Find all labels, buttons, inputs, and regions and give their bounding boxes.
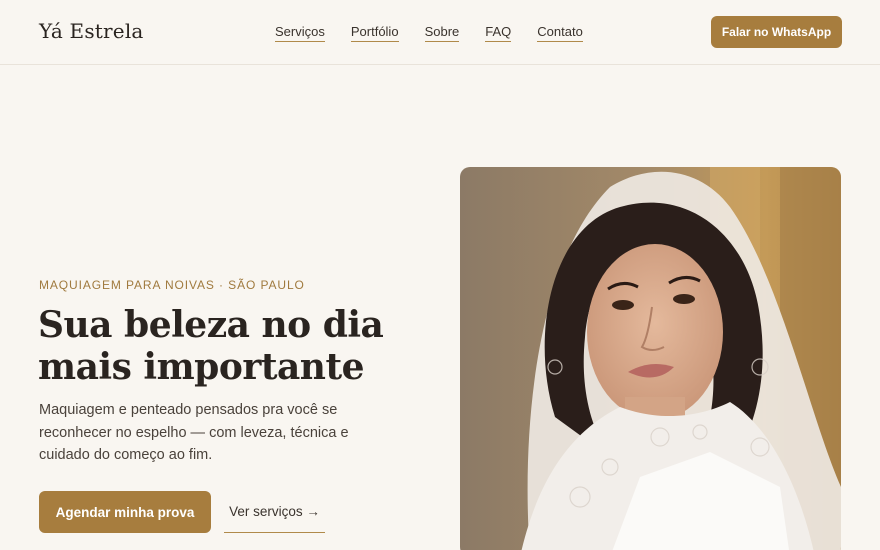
logo[interactable]: Yá Estrela — [39, 19, 144, 43]
hero-description: Maquiagem e penteado pensados pra você s… — [39, 402, 349, 463]
nav-link-contato[interactable]: Contato — [537, 24, 583, 42]
hero-headline-line-1: Sua beleza no dia — [38, 304, 384, 346]
main-nav: Serviços Portfólio Sobre FAQ Contato — [275, 24, 609, 42]
bride-photo — [460, 167, 841, 550]
hero-headline-line-2: mais importante — [38, 346, 364, 388]
see-services-link[interactable]: Ver serviços → — [224, 491, 325, 533]
book-trial-button[interactable]: Agendar minha prova — [39, 491, 211, 533]
hero-headline: Sua beleza no dia mais importante — [38, 304, 418, 388]
site-header: Yá Estrela Serviços Portfólio Sobre FAQ … — [0, 0, 880, 65]
nav-link-servicos[interactable]: Serviços — [275, 24, 325, 42]
hero-eyebrow: MAQUIAGEM PARA NOIVAS · SÃO PAULO — [39, 278, 305, 292]
nav-link-faq[interactable]: FAQ — [485, 24, 512, 42]
whatsapp-button[interactable]: Falar no WhatsApp — [711, 16, 842, 48]
nav-link-sobre[interactable]: Sobre — [424, 24, 460, 42]
nav-link-portfolio[interactable]: Portfólio — [350, 24, 399, 42]
